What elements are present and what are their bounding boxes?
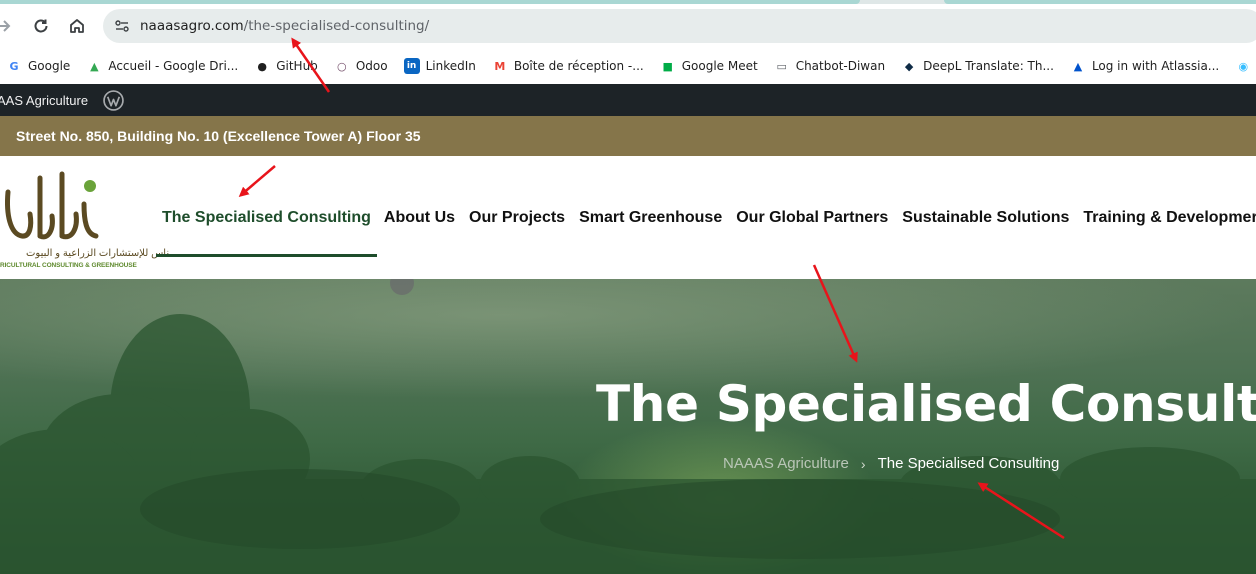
linkedin-icon: in (403, 58, 420, 74)
company-address: Street No. 850, Building No. 10 (Excelle… (16, 128, 421, 144)
menu-item-about-us[interactable]: About Us (377, 156, 462, 279)
hero-banner: The Specialised Consulting NAAAS Agricul… (0, 279, 1256, 574)
breadcrumb-home-link[interactable]: NAAAS Agriculture (723, 455, 849, 472)
google-meet-icon: ■ (662, 59, 673, 73)
logo-arabic-text: ناس للإستشارات الزراعية و البيوت (26, 248, 170, 259)
bookmark-google-drive[interactable]: ▲ Accueil - Google Dri... (80, 52, 244, 80)
breadcrumb-current: The Specialised Consulting (877, 455, 1060, 472)
breadcrumb: NAAAS Agriculture › The Specialised Cons… (723, 455, 1059, 472)
address-bar[interactable]: naaasagro.com/the-specialised-consulting… (103, 9, 1256, 43)
top-info-bar: Street No. 850, Building No. 10 (Excelle… (0, 116, 1256, 156)
google-icon: G (9, 59, 19, 73)
bookmark-label: Boîte de réception -... (513, 59, 644, 73)
bookmark-label: Odoo (355, 59, 388, 73)
menu-item-the-specialised-consulting[interactable]: The Specialised Consulting (156, 156, 377, 279)
bookmark-label: DeepL Translate: Th... (923, 59, 1054, 73)
bookmark-linkedin[interactable]: in LinkedIn (398, 52, 482, 80)
wp-admin-bar: AAS Agriculture (0, 84, 1256, 116)
chevron-right-icon: › (860, 455, 866, 472)
gmail-icon: M (494, 59, 506, 73)
site-header: ناس للإستشارات الزراعية و البيوت RICULTU… (0, 156, 1256, 279)
bookmarks-bar: G Google ▲ Accueil - Google Dri... ● GitHub ○ O… (0, 48, 1256, 84)
admin-site-name[interactable]: AAS Agriculture (0, 93, 88, 108)
site-logo[interactable]: ناس للإستشارات الزراعية و البيوت RICULTU… (0, 164, 169, 269)
bookmark-atlassian[interactable]: ▲ Log in with Atlassia... (1064, 52, 1225, 80)
folder-icon: ▭ (776, 59, 787, 73)
menu-item-sustainable-solutions[interactable]: Sustainable Solutions (895, 156, 1076, 279)
bookmark-gmail[interactable]: M Boîte de réception -... (486, 52, 650, 80)
bookmark-folder[interactable]: ▭ Chatbot-Diwan (768, 52, 891, 80)
bookmark-github[interactable]: ● GitHub (248, 52, 324, 80)
url-text[interactable]: naaasagro.com/the-specialised-consulting… (140, 18, 429, 34)
atlassian-icon: ▲ (1073, 59, 1083, 73)
site-info-icon[interactable] (105, 9, 139, 43)
wordpress-icon[interactable] (102, 89, 124, 111)
url-host: naaasagro.com (140, 18, 244, 34)
browser-toolbar: naaasagro.com/the-specialised-consulting… (0, 4, 1256, 48)
bookmark-label: LinkedIn (425, 59, 476, 73)
github-icon: ● (257, 59, 268, 73)
url-path: /the-specialised-consulting/ (243, 18, 430, 34)
bookmark-google[interactable]: G Google (0, 52, 76, 80)
bookmark-deepl[interactable]: ◆ DeepL Translate: Th... (895, 52, 1060, 80)
roundcube-icon: ◉ (1238, 59, 1249, 73)
reload-icon[interactable] (29, 14, 53, 38)
bookmark-odoo[interactable]: ○ Odoo (328, 52, 394, 80)
bookmark-label: Google (28, 59, 71, 73)
page-title: The Specialised Consulting (596, 375, 1256, 433)
menu-item-training-developmer[interactable]: Training & Developmer (1076, 156, 1256, 279)
bookmark-label: Log in with Atlassia... (1091, 59, 1220, 73)
menu-item-smart-greenhouse[interactable]: Smart Greenhouse (572, 156, 729, 279)
bookmark-label: Accueil - Google Dri... (108, 59, 239, 73)
deepl-icon: ◆ (904, 59, 914, 73)
google-drive-icon: ▲ (90, 59, 99, 73)
menu-item-our-global-partners[interactable]: Our Global Partners (729, 156, 895, 279)
bookmark-label: Chatbot-Diwan (795, 59, 886, 73)
bookmark-google-meet[interactable]: ■ Google Meet (654, 52, 764, 80)
forward-icon[interactable] (0, 14, 16, 38)
home-icon[interactable] (65, 14, 89, 38)
bookmark-roundcube[interactable]: ◉Roundcube W (1229, 52, 1256, 80)
bookmark-label: Google Meet (681, 59, 758, 73)
logo-mark-icon (5, 171, 99, 240)
main-menu: The Specialised Consulting About Us Our Pr… (156, 156, 1256, 279)
odoo-icon: ○ (337, 59, 347, 73)
menu-item-our-projects[interactable]: Our Projects (462, 156, 572, 279)
logo-english-text: RICULTURAL CONSULTING & GREENHOUSE (0, 262, 137, 269)
bookmark-label: GitHub (276, 59, 318, 73)
